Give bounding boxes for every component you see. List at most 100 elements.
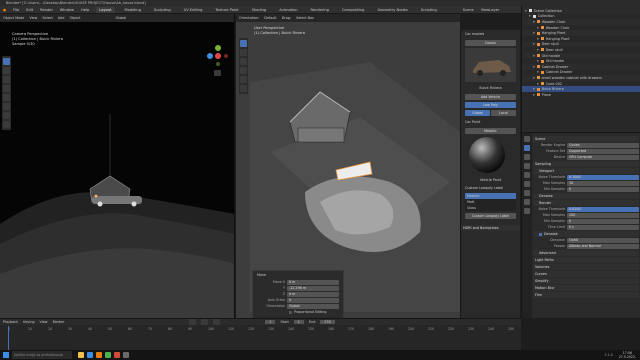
- scale-tool-icon[interactable]: [3, 94, 10, 101]
- sampling-section[interactable]: Sampling: [533, 161, 639, 167]
- expand-chevron-icon[interactable]: ▾: [533, 54, 535, 58]
- expand-chevron-icon[interactable]: ▾: [533, 42, 535, 46]
- play-icon[interactable]: [201, 319, 209, 325]
- add-custom-label-button[interactable]: Custom Lowpoly Label: [465, 213, 516, 219]
- taskbar-app-icon[interactable]: [78, 352, 84, 358]
- solid-viewport[interactable]: User Perspective (1) Collection | Buick …: [236, 22, 460, 318]
- transform-orientation[interactable]: Global: [116, 16, 127, 20]
- output-tab-icon[interactable]: [524, 154, 530, 160]
- expand-chevron-icon[interactable]: ▾: [533, 65, 535, 69]
- tab-sculpting[interactable]: Sculpting: [151, 7, 174, 13]
- paint-type-selector[interactable]: Metallic: [465, 128, 516, 134]
- navigation-gizmo[interactable]: [204, 42, 232, 78]
- center-move-tool-icon[interactable]: [240, 58, 247, 65]
- expand-chevron-icon[interactable]: ▾: [529, 14, 531, 18]
- blender-logo-icon[interactable]: ●: [3, 8, 6, 12]
- end-frame[interactable]: 250: [320, 320, 335, 324]
- proportional-editing-checkbox[interactable]: [289, 310, 292, 314]
- expand-chevron-icon[interactable]: ▾: [533, 76, 535, 80]
- expand-chevron-icon[interactable]: ▾: [537, 26, 539, 30]
- frame-ruler[interactable]: 0 10 20 30 40 50 60 70 80 90 100 110 120 130 140 150 160…: [0, 326, 521, 350]
- advanced-subsection[interactable]: Advanced: [533, 250, 639, 256]
- playhead[interactable]: [8, 326, 9, 350]
- tab-animation[interactable]: Animation: [276, 7, 300, 13]
- local-toggle[interactable]: Local: [491, 110, 516, 116]
- add-vehicle-button[interactable]: Add Vehicle: [465, 94, 516, 100]
- menu-select[interactable]: Select: [42, 16, 52, 20]
- taskbar-app-icon[interactable]: [123, 352, 129, 358]
- tab-shading[interactable]: Shading: [249, 7, 270, 13]
- orientation-selector[interactable]: Default: [264, 16, 276, 20]
- expand-chevron-icon[interactable]: ▾: [533, 31, 535, 35]
- cursor-tool-icon[interactable]: [3, 67, 10, 74]
- menu-file[interactable]: File: [13, 8, 19, 12]
- playback-menu[interactable]: Playback: [3, 320, 18, 324]
- tab-geometry-nodes[interactable]: Geometry Nodes: [374, 7, 410, 13]
- view-layer-selector[interactable]: ViewLayer: [481, 8, 500, 12]
- tab-compositing[interactable]: Compositing: [339, 7, 368, 13]
- render-tab-icon[interactable]: [524, 145, 530, 151]
- world-tab-icon[interactable]: [524, 181, 530, 187]
- center-scale-tool-icon[interactable]: [240, 76, 247, 83]
- tab-modeling[interactable]: Modeling: [122, 7, 144, 13]
- expand-chevron-icon[interactable]: ▾: [537, 37, 539, 41]
- volumes-section[interactable]: Volumes: [533, 264, 639, 270]
- move-tool-icon[interactable]: [3, 76, 10, 83]
- light-paths-section[interactable]: Light Paths: [533, 257, 639, 263]
- expand-chevron-icon[interactable]: ▾: [537, 48, 539, 52]
- taskbar-search-input[interactable]: Upišite ovdje za pretraživanje: [12, 351, 72, 359]
- view-layer-tab-icon[interactable]: [524, 163, 530, 169]
- jump-start-icon[interactable]: [189, 319, 197, 325]
- drag-selector[interactable]: Select Box: [296, 16, 314, 20]
- paint-list-item[interactable]: Gloss: [465, 205, 516, 211]
- scene-selector[interactable]: Scene: [463, 8, 474, 12]
- denoise-subsection[interactable]: Denoise: [533, 193, 639, 199]
- center-rotate-tool-icon[interactable]: [240, 67, 247, 74]
- select-tool-icon[interactable]: [3, 58, 10, 65]
- tab-layout[interactable]: Layout: [96, 6, 115, 13]
- curves-section[interactable]: Curves: [533, 271, 639, 277]
- timeline-view-menu[interactable]: View: [40, 320, 48, 324]
- material-tab-icon[interactable]: [524, 208, 530, 214]
- scene-tab-icon[interactable]: [524, 172, 530, 178]
- rotate-tool-icon[interactable]: [3, 85, 10, 92]
- windows-start-icon[interactable]: [3, 352, 9, 358]
- tab-texture-paint[interactable]: Texture Paint: [212, 7, 241, 13]
- tab-scripting[interactable]: Scripting: [418, 7, 440, 13]
- outliner-item[interactable]: ▾ Plane: [522, 92, 640, 98]
- center-cursor-tool-icon[interactable]: [240, 49, 247, 56]
- mode-selector[interactable]: Object Mode: [3, 16, 24, 20]
- hdri-section[interactable]: HDRI and Backplates: [461, 225, 520, 231]
- center-annotate-tool-icon[interactable]: [240, 85, 247, 92]
- tab-rendering[interactable]: Rendering: [308, 7, 332, 13]
- simplify-section[interactable]: Simplify: [533, 278, 639, 284]
- material-preview-sphere[interactable]: [469, 137, 505, 173]
- taskbar-app-icon[interactable]: [105, 352, 111, 358]
- expand-chevron-icon[interactable]: ▾: [537, 70, 539, 74]
- menu-render[interactable]: Render: [40, 8, 53, 12]
- asset-category-selector[interactable]: Classic: [465, 40, 516, 46]
- asset-thumbnail[interactable]: [465, 48, 516, 82]
- keying-menu[interactable]: Keying: [23, 320, 34, 324]
- object-tab-icon[interactable]: [524, 190, 530, 196]
- tool-tab-icon[interactable]: [524, 136, 530, 142]
- menu-object[interactable]: Object: [69, 16, 80, 20]
- global-toggle[interactable]: Global: [465, 110, 490, 116]
- taskbar-app-icon[interactable]: [87, 352, 93, 358]
- expand-chevron-icon[interactable]: ▾: [533, 87, 535, 91]
- menu-help[interactable]: Help: [81, 8, 89, 12]
- center-select-tool-icon[interactable]: [240, 40, 247, 47]
- menu-edit[interactable]: Edit: [26, 8, 33, 12]
- expand-chevron-icon[interactable]: ▾: [533, 93, 535, 97]
- low-poly-toggle[interactable]: Low Poly: [465, 102, 516, 108]
- menu-window[interactable]: Window: [60, 8, 74, 12]
- modifier-tab-icon[interactable]: [524, 199, 530, 205]
- marker-menu[interactable]: Marker: [53, 320, 65, 324]
- timeline[interactable]: Playback Keying View Marker 1 Start 1 En…: [0, 318, 521, 350]
- jump-end-icon[interactable]: [213, 319, 221, 325]
- tab-uv-editing[interactable]: UV Editing: [181, 7, 206, 13]
- taskbar-app-icon[interactable]: [114, 352, 120, 358]
- film-section[interactable]: Film: [533, 292, 639, 298]
- proportional-editing-row[interactable]: Proportional Editing: [253, 309, 343, 315]
- taskbar-app-icon[interactable]: [96, 352, 102, 358]
